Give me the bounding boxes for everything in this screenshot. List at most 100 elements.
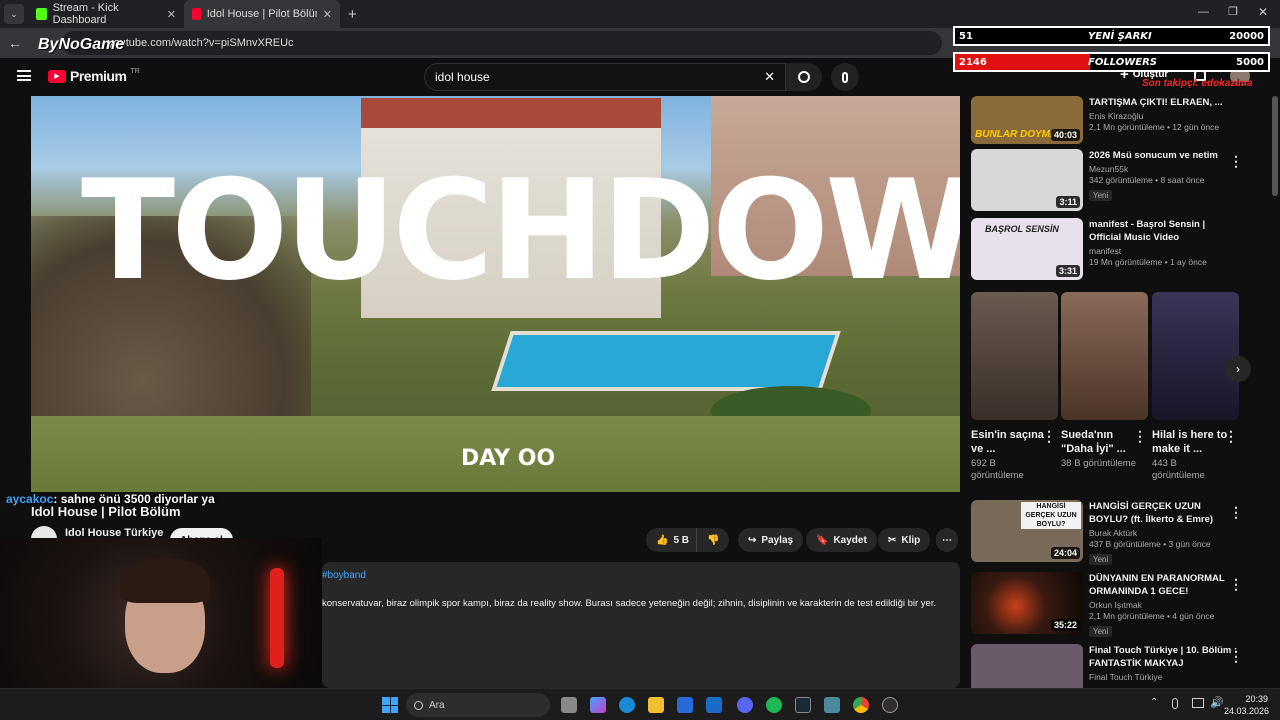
rec-channel: Orkun Işıtmak — [1089, 600, 1142, 610]
clock-time[interactable]: 20:39 — [1244, 694, 1268, 704]
song-goal-bar: 51 YENİ ŞARKI 20000 — [953, 26, 1270, 46]
rec-meta: 2,1 Mn görüntüleme • 4 gün önce — [1089, 611, 1215, 621]
rec-meta: 342 görüntüleme • 8 saat önce — [1089, 175, 1205, 185]
short-thumbnail[interactable] — [1061, 292, 1148, 420]
minimize-icon[interactable]: — — [1198, 6, 1209, 18]
window-close-icon[interactable]: ✕ — [1258, 5, 1268, 19]
like-button[interactable]: 👍 5 B — [646, 528, 700, 552]
video-thumbnail[interactable] — [971, 644, 1083, 688]
rec-meta: 19 Mn görüntüleme • 1 ay önce — [1089, 257, 1207, 267]
spotify-icon[interactable] — [766, 697, 782, 713]
red-light — [270, 568, 284, 668]
short-views: 692 B görüntüleme — [971, 458, 1024, 481]
rec-title: HANGİSİ GERÇEK UZUN BOYLU? (ft. İlkerto … — [1089, 501, 1214, 525]
url-field[interactable]: youtube.com/watch?v=piSMnvXREUc — [62, 31, 942, 55]
video-title: Idol House | Pilot Bölüm — [31, 504, 181, 519]
video-overlay-day: DAY OO — [461, 446, 556, 471]
discord-icon[interactable] — [737, 697, 753, 713]
more-actions-button[interactable]: ⋯ — [936, 528, 958, 552]
more-icon: ⋯ — [942, 534, 952, 546]
rec-title: 2026 Msü sonucum ve netim — [1089, 150, 1218, 161]
dislike-button[interactable]: 👎 — [696, 528, 730, 552]
clock-date[interactable]: 24.03.2026 — [1224, 706, 1269, 716]
more-options-icon[interactable]: ⋮ — [1229, 153, 1243, 170]
clear-search-icon[interactable]: ✕ — [764, 69, 775, 85]
logo-text: Premium — [70, 68, 127, 84]
youtube-logo[interactable]: ▶ Premium TR — [48, 68, 140, 84]
video-thumbnail[interactable]: BAŞROL SENSİN 3:31 — [971, 218, 1083, 280]
share-button[interactable]: ↪ Paylaş — [738, 528, 804, 552]
recommended-video[interactable]: HANGİSİ GERÇEK UZUN BOYLU? 24:04 HANGİSİ… — [971, 500, 1261, 567]
duration-badge: 24:04 — [1050, 547, 1080, 559]
recommended-video[interactable]: 3:11 2026 Msü sonucum ve netim Mezun55k … — [971, 149, 1261, 211]
store-icon[interactable] — [677, 697, 693, 713]
search-button[interactable] — [786, 63, 822, 91]
mic-tray-icon[interactable] — [1172, 698, 1178, 709]
rec-title: TARTIŞMA ÇIKTI! ELRAEN, ... — [1089, 97, 1223, 108]
app-icon[interactable] — [824, 697, 840, 713]
close-icon[interactable]: ✕ — [167, 8, 176, 21]
video-thumbnail[interactable]: BUNLAR DOYMAZ 40:03 — [971, 96, 1083, 144]
more-options-icon[interactable]: ⋮ — [1229, 648, 1243, 665]
more-options-icon[interactable]: ⋮ — [1042, 428, 1056, 445]
volume-icon[interactable]: 🔊 — [1210, 696, 1224, 709]
chat-text: : sahne önü 3500 diyorlar ya — [53, 492, 215, 506]
streamer-webcam — [0, 538, 322, 688]
menu-icon[interactable] — [17, 70, 31, 81]
tab-list-chevron-icon[interactable]: ⌄ — [4, 4, 24, 24]
description-box[interactable]: #boyband konservatuvar, biraz olimpik sp… — [322, 562, 960, 688]
video-thumbnail[interactable]: HANGİSİ GERÇEK UZUN BOYLU? 24:04 — [971, 500, 1083, 562]
back-icon[interactable]: ← — [8, 35, 22, 51]
more-options-icon[interactable]: ⋮ — [1133, 428, 1147, 445]
recommended-video[interactable]: Final Touch Türkiye | 10. Bölüm : FANTAS… — [971, 644, 1261, 688]
video-thumbnail[interactable]: 3:11 — [971, 149, 1083, 211]
restore-icon[interactable]: ❐ — [1228, 5, 1238, 18]
taskbar-search[interactable]: Ara — [406, 693, 550, 717]
shorts-next-button[interactable]: › — [1225, 356, 1251, 382]
rec-channel: Mezun55k — [1089, 164, 1129, 174]
new-badge: Yeni — [1089, 554, 1113, 565]
task-view-icon[interactable] — [561, 697, 577, 713]
close-icon[interactable]: ✕ — [323, 8, 332, 21]
clip-label: Klip — [901, 534, 921, 546]
video-thumbnail[interactable]: 35:22 — [971, 572, 1083, 634]
url-text: youtube.com/watch?v=piSMnvXREUc — [108, 37, 294, 49]
short-title[interactable]: Hilal is here to make it ... — [1152, 428, 1232, 456]
video-player[interactable]: TOUCHDOWN DAY OO — [31, 96, 960, 492]
obs-icon[interactable] — [882, 697, 898, 713]
mail-icon[interactable] — [706, 697, 722, 713]
short-title[interactable]: Esin'in saçına ve ... — [971, 428, 1051, 456]
more-options-icon[interactable]: ⋮ — [1224, 428, 1238, 445]
tab-youtube[interactable]: Idol House | Pilot Bölüm - YouT ✕ — [184, 0, 340, 28]
windows-taskbar: Ara ⌃ 🔊 20:39 24.03.2026 — [0, 688, 1280, 720]
steam-icon[interactable] — [795, 697, 811, 713]
network-icon[interactable] — [1192, 698, 1204, 708]
video-overlay-title: TOUCHDOWN — [81, 150, 960, 311]
search-input[interactable]: idol house ✕ — [424, 63, 786, 91]
file-explorer-icon[interactable] — [648, 697, 664, 713]
hashtag-link[interactable]: #boyband — [322, 570, 366, 581]
short-thumbnail[interactable] — [1152, 292, 1239, 420]
copilot-icon[interactable] — [590, 697, 606, 713]
chrome-icon[interactable] — [853, 697, 869, 713]
clip-button[interactable]: ✂ Klip — [878, 528, 931, 552]
tab-kick-dashboard[interactable]: Stream - Kick Dashboard ✕ — [28, 0, 184, 28]
recommended-video[interactable]: 35:22 DÜNYANIN EN PARANORMAL ORMANINDA 1… — [971, 572, 1261, 639]
new-tab-button[interactable]: + — [348, 6, 357, 23]
duration-badge: 35:22 — [1050, 619, 1080, 631]
save-button[interactable]: 🔖 Kaydet — [806, 528, 877, 552]
taskbar-search-label: Ara — [429, 699, 445, 711]
rec-channel: Burak Aktürk — [1089, 528, 1138, 538]
short-title[interactable]: Sueda'nın "Daha İyi" ... — [1061, 428, 1141, 456]
short-thumbnail[interactable] — [971, 292, 1058, 420]
more-options-icon[interactable]: ⋮ — [1229, 576, 1243, 593]
tray-chevron-icon[interactable]: ⌃ — [1150, 697, 1158, 708]
windows-start-icon[interactable] — [382, 697, 398, 713]
voice-search-button[interactable] — [831, 63, 859, 91]
recommended-video[interactable]: BAŞROL SENSİN 3:31 manifest - Başrol Sen… — [971, 218, 1261, 280]
edge-icon[interactable] — [619, 697, 635, 713]
more-options-icon[interactable]: ⋮ — [1229, 504, 1243, 521]
recommended-video[interactable]: BUNLAR DOYMAZ 40:03 TARTIŞMA ÇIKTI! ELRA… — [971, 96, 1261, 144]
rec-channel: Enis Kirazoğlu — [1089, 111, 1144, 121]
page-scrollbar[interactable] — [1272, 96, 1278, 196]
